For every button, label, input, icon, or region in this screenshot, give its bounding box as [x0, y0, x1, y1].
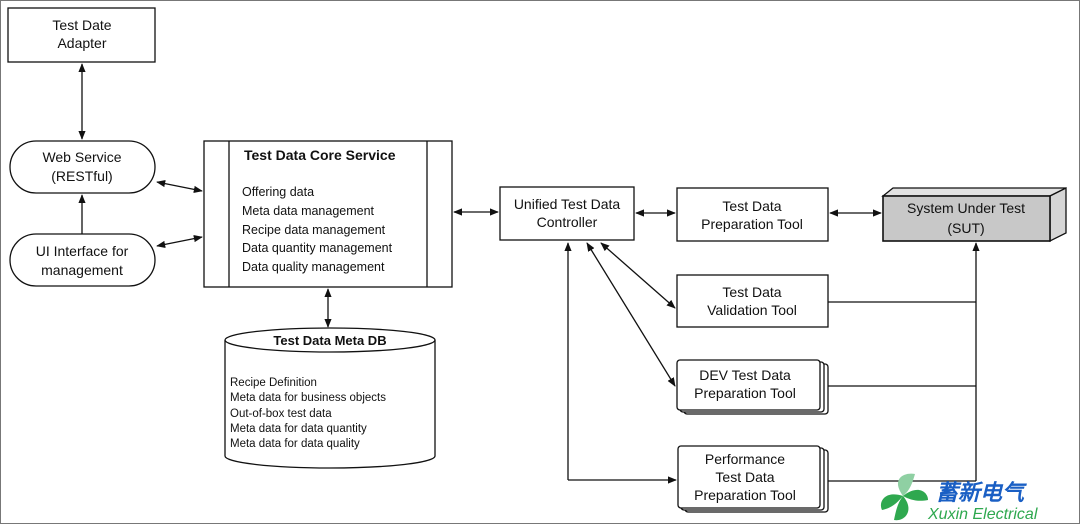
db-item: Out-of-box test data	[230, 408, 332, 420]
core-item: Offering data	[242, 185, 314, 199]
prep-tool-label-1: Test Data	[722, 198, 781, 214]
controller-label-1: Unified Test Data	[514, 196, 621, 212]
dev-label-1: DEV Test Data	[699, 367, 791, 383]
prep-tool-label-2: Preparation Tool	[701, 216, 803, 232]
node-perf-tool: Performance Test Data Preparation Tool	[677, 445, 829, 513]
db-item: Recipe Definition	[230, 377, 317, 389]
ui-interface-label-1: UI Interface for	[36, 243, 129, 259]
adapter-label-2: Adapter	[57, 35, 106, 51]
node-test-date-adapter: Test Date Adapter	[7, 7, 156, 63]
validation-label-1: Test Data	[722, 284, 781, 300]
sut-label-2: (SUT)	[947, 220, 984, 236]
architecture-diagram: Test Date Adapter Web Service (RESTful) …	[0, 0, 1080, 524]
node-ui-interface: UI Interface for management	[9, 233, 156, 287]
node-sut: System Under Test (SUT)	[881, 186, 1067, 243]
outer-border	[0, 0, 1080, 524]
dev-label-2: Preparation Tool	[694, 385, 796, 401]
arrow-controller-dev	[586, 242, 676, 387]
arrow-controller-validation	[600, 242, 676, 309]
sut-label-1: System Under Test	[907, 200, 1025, 216]
core-item: Recipe data management	[242, 223, 386, 237]
node-prep-tool: Test Data Preparation Tool	[676, 187, 829, 242]
db-item: Meta data for business objects	[230, 392, 386, 404]
web-service-label-1: Web Service	[42, 149, 121, 165]
core-item: Meta data management	[242, 204, 375, 218]
validation-label-2: Validation Tool	[707, 302, 797, 318]
arrow-ui-core	[156, 235, 203, 248]
core-item: Data quality management	[242, 260, 385, 274]
diagram-canvas: Test Date Adapter Web Service (RESTful) …	[0, 0, 1080, 524]
db-item: Meta data for data quality	[230, 438, 360, 450]
perf-label-2: Test Data	[715, 469, 774, 485]
logo-chinese-text: 蓄新电气	[936, 480, 1027, 505]
node-web-service: Web Service (RESTful)	[9, 140, 156, 194]
ui-interface-label-2: management	[41, 262, 123, 278]
meta-db-title: Test Data Meta DB	[273, 333, 386, 348]
core-service-title: Test Data Core Service	[244, 147, 396, 163]
node-controller: Unified Test Data Controller	[499, 186, 635, 241]
node-core-service: Test Data Core Service Offering data Met…	[203, 140, 453, 288]
perf-label-1: Performance	[705, 451, 785, 467]
adapter-label-1: Test Date	[52, 17, 111, 33]
arrow-web-core	[156, 180, 203, 193]
node-validation-tool: Test Data Validation Tool	[676, 274, 829, 328]
node-dev-tool: DEV Test Data Preparation Tool	[676, 359, 829, 415]
db-item: Meta data for data quantity	[230, 423, 367, 435]
perf-label-3: Preparation Tool	[694, 487, 796, 503]
logo-english-text: Xuxin Electrical	[927, 506, 1038, 523]
controller-label-2: Controller	[537, 214, 598, 230]
web-service-label-2: (RESTful)	[51, 168, 112, 184]
xuxin-logo: 蓄新电气 Xuxin Electrical	[880, 473, 1038, 523]
node-meta-db: Test Data Meta DB Recipe Definition Meta…	[224, 327, 436, 469]
core-item: Data quantity management	[242, 241, 393, 255]
